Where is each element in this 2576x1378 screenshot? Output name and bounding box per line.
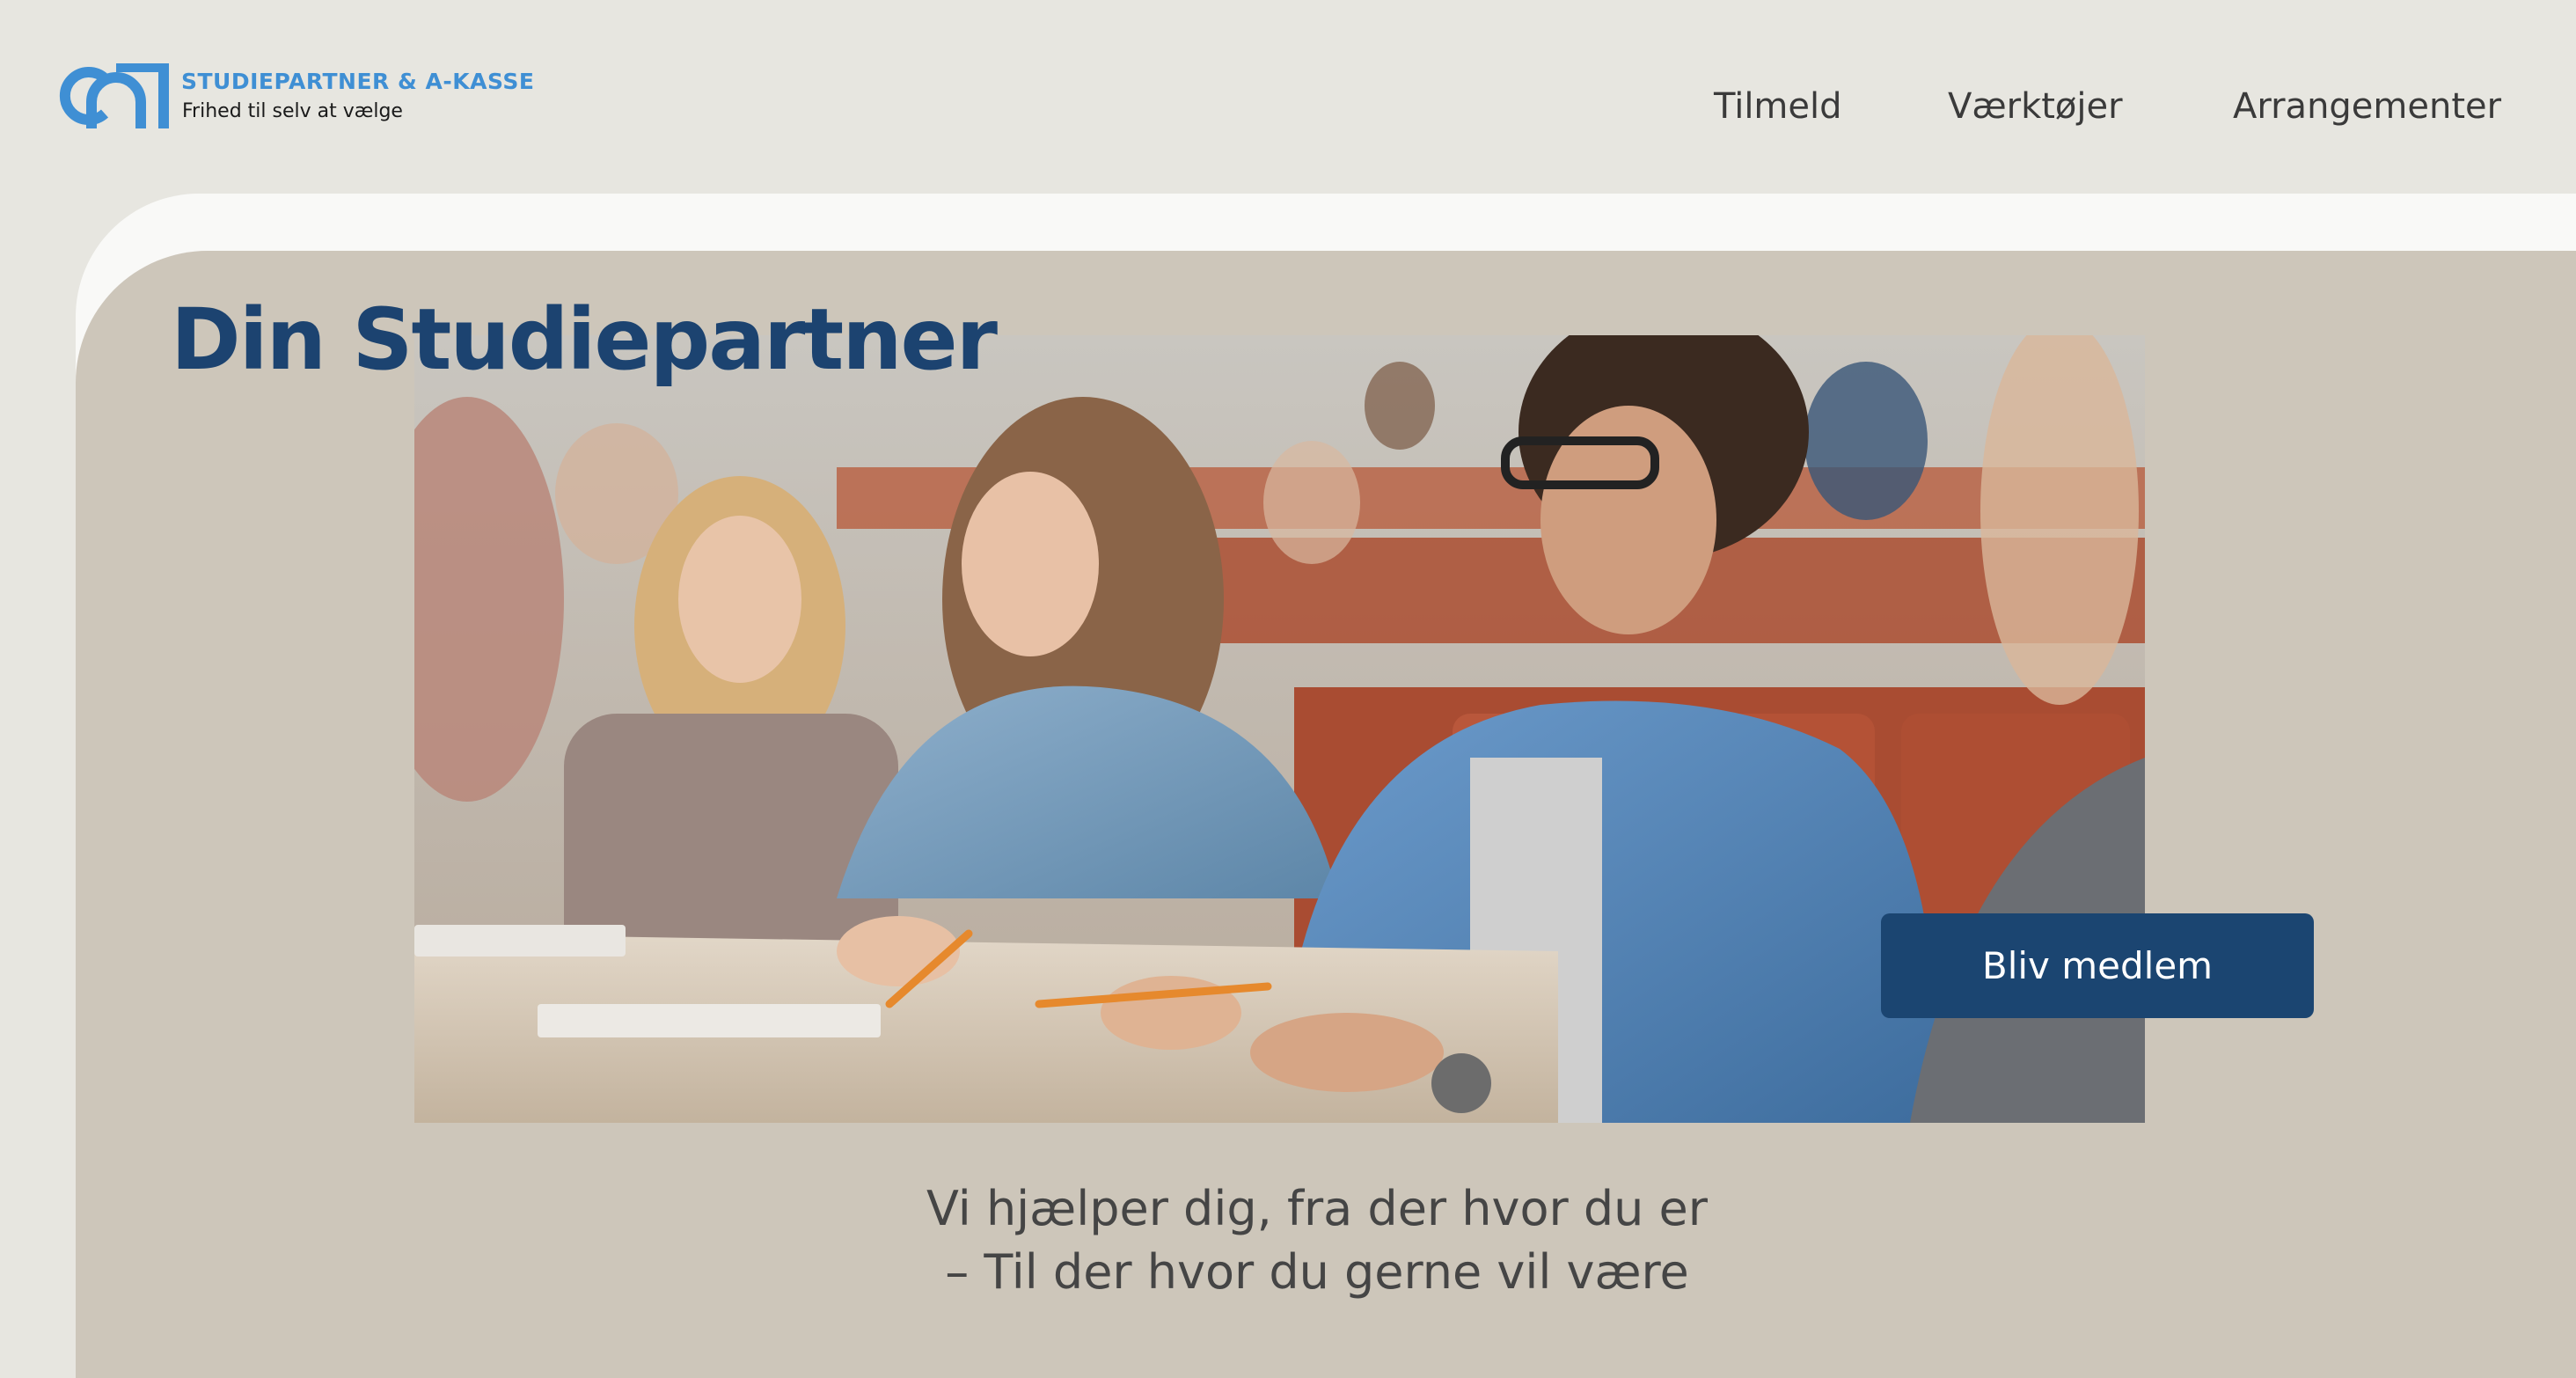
site-header: STUDIEPARTNER & A-KASSE Frihed til selv … [0,0,2576,195]
nav-link-tilmeld[interactable]: Tilmeld [1714,86,1842,127]
nav-link-vaerktojer[interactable]: Værktøjer [1948,86,2123,127]
hero-subtitle: Vi hjælper dig, fra der hvor du er – Til… [0,1177,2576,1304]
brand-tagline: Frihed til selv at vælge [182,100,403,122]
hero-subtitle-line-1: Vi hjælper dig, fra der hvor du er [926,1181,1708,1236]
hero-subtitle-line-2: – Til der hvor du gerne vil være [945,1244,1689,1300]
join-button[interactable]: Bliv medlem [1881,913,2314,1018]
nav-link-arrangementer[interactable]: Arrangementer [2233,86,2501,127]
brand-name: STUDIEPARTNER & A-KASSE [181,69,535,94]
ca-logo-icon[interactable] [55,63,169,128]
hero-title: Din Studiepartner [171,290,998,389]
